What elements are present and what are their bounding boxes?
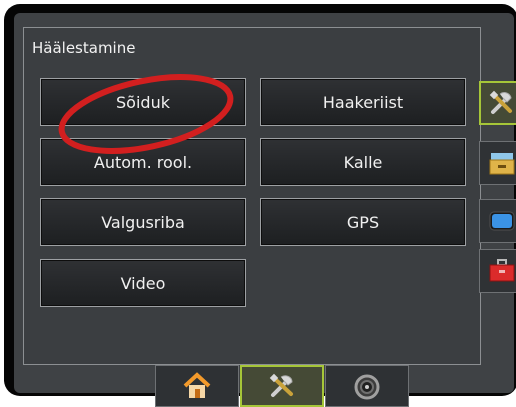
tools-icon (486, 87, 516, 119)
setup-panel: Häälestamine Sõiduk Haakeriist Autom. ro… (23, 27, 481, 365)
tab-console[interactable] (325, 365, 409, 407)
tab-home[interactable] (155, 365, 239, 407)
side-tab-tools[interactable] (479, 249, 516, 293)
tab-setup[interactable] (240, 365, 324, 407)
side-tab-setup[interactable] (479, 81, 516, 125)
implement-button[interactable]: Haakeriist (260, 78, 466, 126)
gps-button[interactable]: GPS (260, 198, 466, 246)
side-tab-display[interactable] (479, 199, 516, 243)
home-icon (180, 371, 214, 401)
display-icon (486, 205, 516, 237)
side-tab-data[interactable] (479, 141, 516, 185)
storage-drawer-icon (486, 147, 516, 179)
auto-steer-button[interactable]: Autom. rool. (40, 138, 246, 186)
tilt-button[interactable]: Kalle (260, 138, 466, 186)
screen: Häälestamine Sõiduk Haakeriist Autom. ro… (14, 13, 514, 393)
lightbar-button[interactable]: Valgusriba (40, 198, 246, 246)
device-frame: Häälestamine Sõiduk Haakeriist Autom. ro… (4, 4, 516, 396)
toolbox-icon (486, 255, 516, 287)
panel-title: Häälestamine (32, 39, 135, 57)
tools-icon (265, 371, 299, 401)
vehicle-button[interactable]: Sõiduk (40, 78, 246, 126)
speedometer-icon (350, 371, 384, 401)
video-button[interactable]: Video (40, 259, 246, 307)
